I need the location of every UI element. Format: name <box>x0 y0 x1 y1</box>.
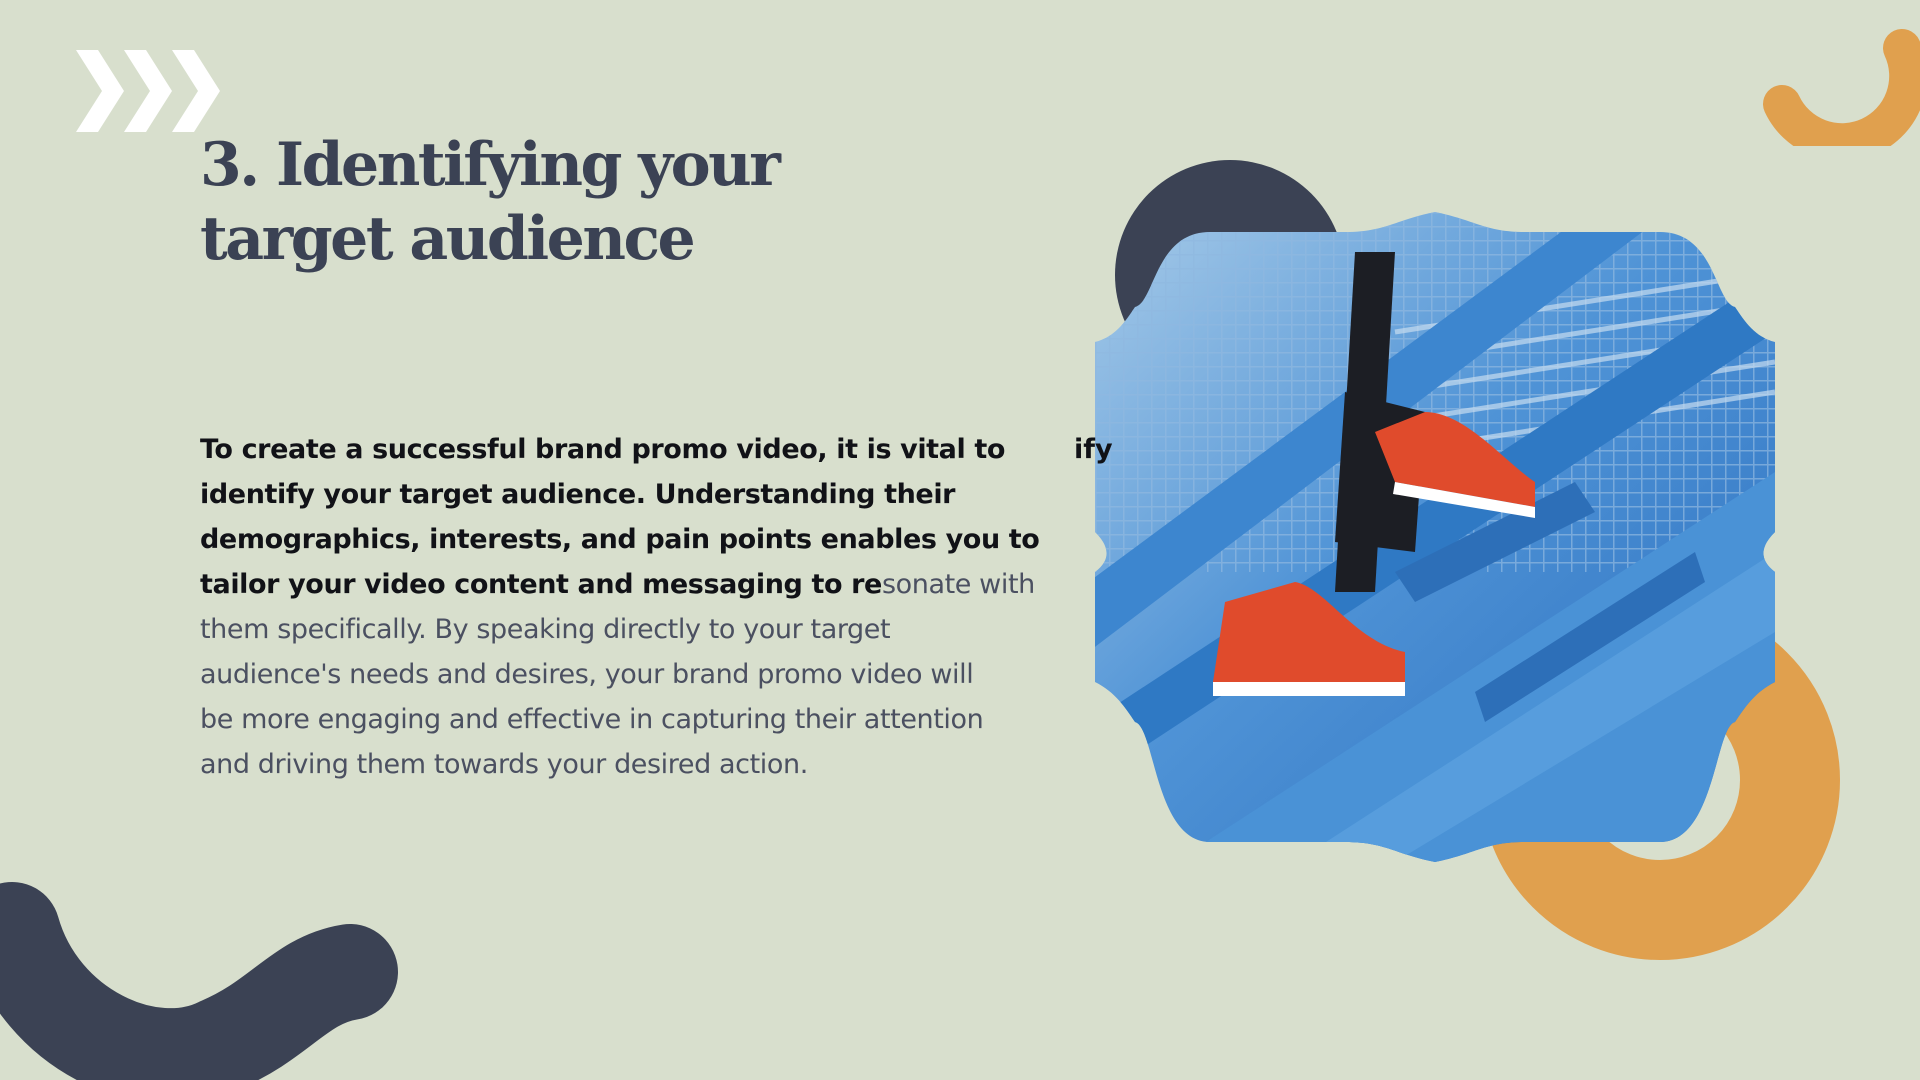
chevron-right-icon <box>124 50 172 132</box>
body-line-1: To create a successful brand promo video… <box>200 427 1100 472</box>
body-line-3: demographics, interests, and pain points… <box>200 517 1100 562</box>
body-line-3-bold: demographics, interests, and pain points… <box>200 524 1040 555</box>
stairs-photo <box>1095 212 1775 862</box>
body-line-5: them specifically. By speaking directly … <box>200 607 1100 652</box>
chevron-right-icon <box>76 50 124 132</box>
body-line-6: audience's needs and desires, your brand… <box>200 652 1100 697</box>
body-line-2-bold: identify your target audience. Understan… <box>200 479 956 510</box>
chevrons-icon <box>76 50 220 132</box>
body-line-4: tailor your video content and messaging … <box>200 562 1100 607</box>
photo-frame <box>1095 212 1775 862</box>
body-line-8: and driving them towards your desired ac… <box>200 742 1100 787</box>
body-line-4-bold: tailor your video content and messaging … <box>200 569 882 600</box>
orange-arc-decoration <box>1763 29 1920 146</box>
body-line-6-regular: audience's needs and desires, your brand… <box>200 659 974 690</box>
chevron-right-icon <box>172 50 220 132</box>
overflow-text-fragment: ify <box>1074 434 1113 465</box>
slide: 3. Identifying your target audience To c… <box>0 0 1920 1080</box>
page-title: 3. Identifying your target audience <box>200 130 781 274</box>
body-line-8-regular: and driving them towards your desired ac… <box>200 749 808 780</box>
navy-arc-decoration <box>0 882 398 1080</box>
body-line-1-bold: To create a successful brand promo video… <box>200 434 1006 465</box>
body-paragraph: To create a successful brand promo video… <box>200 427 1100 787</box>
body-line-2: identify your target audience. Understan… <box>200 472 1100 517</box>
body-line-5-regular: them specifically. By speaking directly … <box>200 614 891 645</box>
body-line-7-regular: be more engaging and effective in captur… <box>200 704 984 735</box>
body-line-4-regular: sonate with <box>881 569 1035 600</box>
body-line-7: be more engaging and effective in captur… <box>200 697 1100 742</box>
